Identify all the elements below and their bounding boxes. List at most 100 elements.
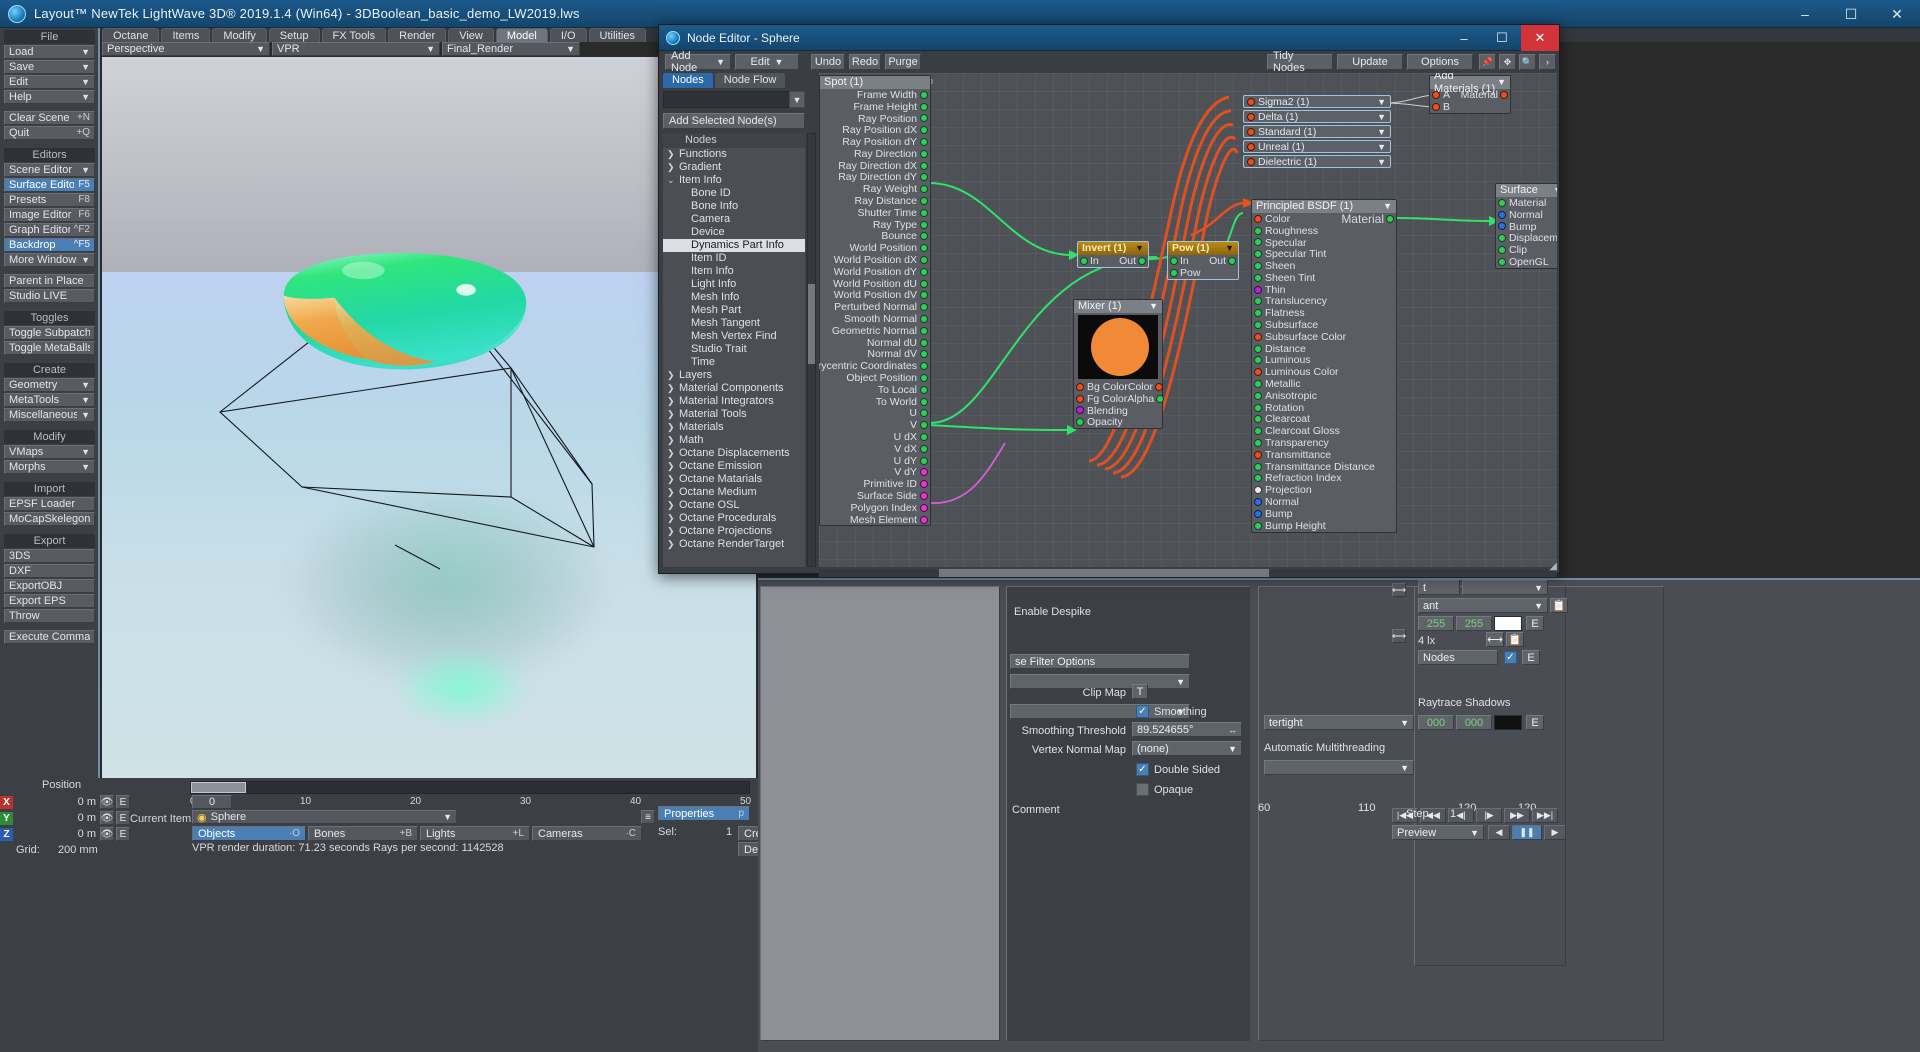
node-tree-item-device[interactable]: Device <box>663 226 805 239</box>
spot-output-smooth-normal[interactable]: Smooth Normal <box>820 313 930 325</box>
stack-node-dielectric-1-[interactable]: Dielectric (1) ▼ <box>1243 155 1391 168</box>
spot-output-port[interactable] <box>921 422 927 429</box>
spot-output-frame-height[interactable]: Frame Height <box>820 101 930 113</box>
pow-out-port[interactable] <box>1229 257 1235 264</box>
node-tree-scroll-thumb[interactable] <box>808 284 815 364</box>
stack-node-standard-1-[interactable]: Standard (1) ▼ <box>1243 125 1391 138</box>
spot-output-port[interactable] <box>921 316 927 323</box>
principled-input-bump-height[interactable]: Bump Height <box>1252 520 1396 532</box>
sidebar-item-studio-live[interactable]: Studio LIVE <box>4 289 95 303</box>
spot-output-port[interactable] <box>921 351 927 358</box>
menu-tab-model[interactable]: Model <box>495 28 548 42</box>
spot-output-port[interactable] <box>921 150 927 157</box>
mode-button-bones[interactable]: Bones +B <box>308 826 418 841</box>
node-tree-item-octane-projections[interactable]: ❯ Octane Projections <box>663 525 805 538</box>
spot-output-ray-direction-dx[interactable]: Ray Direction dX <box>820 160 930 172</box>
principled-input-subsurface[interactable]: Subsurface <box>1252 319 1396 331</box>
clip-map-texture-button[interactable]: T <box>1132 684 1148 699</box>
surface-input-port[interactable] <box>1499 235 1505 242</box>
spot-output-port[interactable] <box>921 221 927 228</box>
spot-output-to-world[interactable]: To World <box>820 396 930 408</box>
stack-node-delta-1-[interactable]: Delta (1) ▼ <box>1243 110 1391 123</box>
add-materials-input-b[interactable]: B <box>1430 101 1510 113</box>
node-tree-item-octane-rendertarget[interactable]: ❯ Octane RenderTarget <box>663 538 805 551</box>
tree-twisty-icon[interactable]: ❯ <box>667 421 679 434</box>
sidebar-item-throw[interactable]: Throw <box>4 609 95 623</box>
pause-button[interactable]: ❚❚ <box>1512 825 1542 840</box>
rgb-e-button[interactable]: E <box>1526 616 1544 631</box>
node-tree-item-material-tools[interactable]: ❯ Material Tools <box>663 408 805 421</box>
tree-twisty-icon[interactable]: ❯ <box>667 395 679 408</box>
node-tree-item-bone-info[interactable]: Bone Info <box>663 200 805 213</box>
principled-input-port[interactable] <box>1255 227 1261 234</box>
mixer-input-port[interactable] <box>1077 383 1083 390</box>
principled-input-port[interactable] <box>1255 286 1261 293</box>
tree-twisty-icon[interactable]: ❯ <box>667 486 679 499</box>
smoothing-threshold-field[interactable]: 89.524655° ↔ <box>1132 722 1242 737</box>
principled-input-sheen[interactable]: Sheen <box>1252 260 1396 272</box>
principled-input-port[interactable] <box>1255 451 1261 458</box>
sidebar-item-epsf-loader[interactable]: EPSF Loader <box>4 497 95 511</box>
shadow-b-field[interactable]: 000 <box>1456 715 1492 730</box>
sidebar-item-parent-in-place[interactable]: Parent in Place <box>4 274 95 288</box>
surface-node[interactable]: Surface ▼ MaterialNormalBumpDisplacement… <box>1495 183 1557 269</box>
node-tree-item-gradient[interactable]: ❯ Gradient <box>663 161 805 174</box>
tree-twisty-icon[interactable]: ❯ <box>667 447 679 460</box>
spot-output-port[interactable] <box>921 481 927 488</box>
node-tree-item-materials[interactable]: ❯ Materials <box>663 421 805 434</box>
mixer-input-opacity[interactable]: Opacity <box>1074 416 1162 428</box>
smoothing-checkbox[interactable]: ✓ <box>1136 705 1149 718</box>
nodes-enabled-checkbox[interactable]: ✓ <box>1504 651 1517 664</box>
spot-output-port[interactable] <box>921 492 927 499</box>
position-eye-icon-z[interactable]: 👁 <box>100 827 114 841</box>
principled-input-normal[interactable]: Normal <box>1252 496 1396 508</box>
sidebar-item-toggle-subpatch[interactable]: Toggle Subpatch <box>4 326 95 340</box>
principled-input-anisotropic[interactable]: Anisotropic <box>1252 390 1396 402</box>
maximize-button[interactable]: ☐ <box>1828 0 1874 28</box>
spot-output-frame-width[interactable]: Frame Width <box>820 89 930 101</box>
node-tree-item-item-id[interactable]: Item ID <box>663 252 805 265</box>
mode-button-lights[interactable]: Lights +L <box>420 826 530 841</box>
ne-pin-icon[interactable]: 📌 <box>1479 54 1496 70</box>
spot-output-port[interactable] <box>921 139 927 146</box>
spot-output-port[interactable] <box>921 504 927 511</box>
node-tree-item-layers[interactable]: ❯ Layers <box>663 369 805 382</box>
spot-output-ray-position-dy[interactable]: Ray Position dY <box>820 136 930 148</box>
spot-output-port[interactable] <box>921 257 927 264</box>
surface-input-normal[interactable]: Normal <box>1496 209 1557 221</box>
principled-input-port[interactable] <box>1255 298 1261 305</box>
spot-output-port[interactable] <box>921 174 927 181</box>
spot-output-port[interactable] <box>921 233 927 240</box>
principled-input-port[interactable] <box>1255 510 1261 517</box>
filter-options-dropdown[interactable]: se Filter Options <box>1010 654 1190 669</box>
spot-output-port[interactable] <box>921 127 927 134</box>
mixer-input-bg-color[interactable]: Bg Color Color <box>1074 381 1162 393</box>
principled-input-port[interactable] <box>1255 392 1261 399</box>
timeline-thumb[interactable] <box>191 782 246 793</box>
node-tree-item-mesh-info[interactable]: Mesh Info <box>663 291 805 304</box>
skip-end-icon[interactable]: ▶▶| <box>1532 808 1558 823</box>
node-tree-item-mesh-tangent[interactable]: Mesh Tangent <box>663 317 805 330</box>
render-target-dropdown[interactable]: Final_Render ▼ <box>442 42 580 56</box>
sidebar-item-dxf[interactable]: DXF <box>4 564 95 578</box>
sidebar-item-clear-scene[interactable]: Clear Scene +N <box>4 111 95 125</box>
surface-input-port[interactable] <box>1499 247 1505 254</box>
pow-node[interactable]: Pow (1) ▼ In Out Pow <box>1167 241 1239 280</box>
spot-output-normal-dv[interactable]: Normal dV <box>820 348 930 360</box>
multithreading-dropdown[interactable]: ▼ <box>1264 760 1414 775</box>
principled-input-port[interactable] <box>1255 274 1261 281</box>
timeline-track[interactable] <box>190 781 750 794</box>
spot-output-bounce[interactable]: Bounce <box>820 230 930 242</box>
ne-chevron-right-icon[interactable]: › <box>1539 54 1556 70</box>
pow-in-port[interactable] <box>1171 257 1177 264</box>
node-tree-item-light-info[interactable]: Light Info <box>663 278 805 291</box>
principled-input-refraction-index[interactable]: Refraction Index <box>1252 472 1396 484</box>
spot-output-port[interactable] <box>921 245 927 252</box>
current-item-field[interactable]: ◉ Sphere ▼ <box>192 810 457 824</box>
principled-input-bump[interactable]: Bump <box>1252 508 1396 520</box>
principled-bsdf-node[interactable]: Principled BSDF (1) ▼ Color Roughness Spec… <box>1251 199 1397 533</box>
spot-output-port[interactable] <box>921 339 927 346</box>
surface-input-bump[interactable]: Bump <box>1496 221 1557 233</box>
mixer-output-port[interactable] <box>1157 395 1164 402</box>
principled-input-clearcoat[interactable]: Clearcoat <box>1252 413 1396 425</box>
